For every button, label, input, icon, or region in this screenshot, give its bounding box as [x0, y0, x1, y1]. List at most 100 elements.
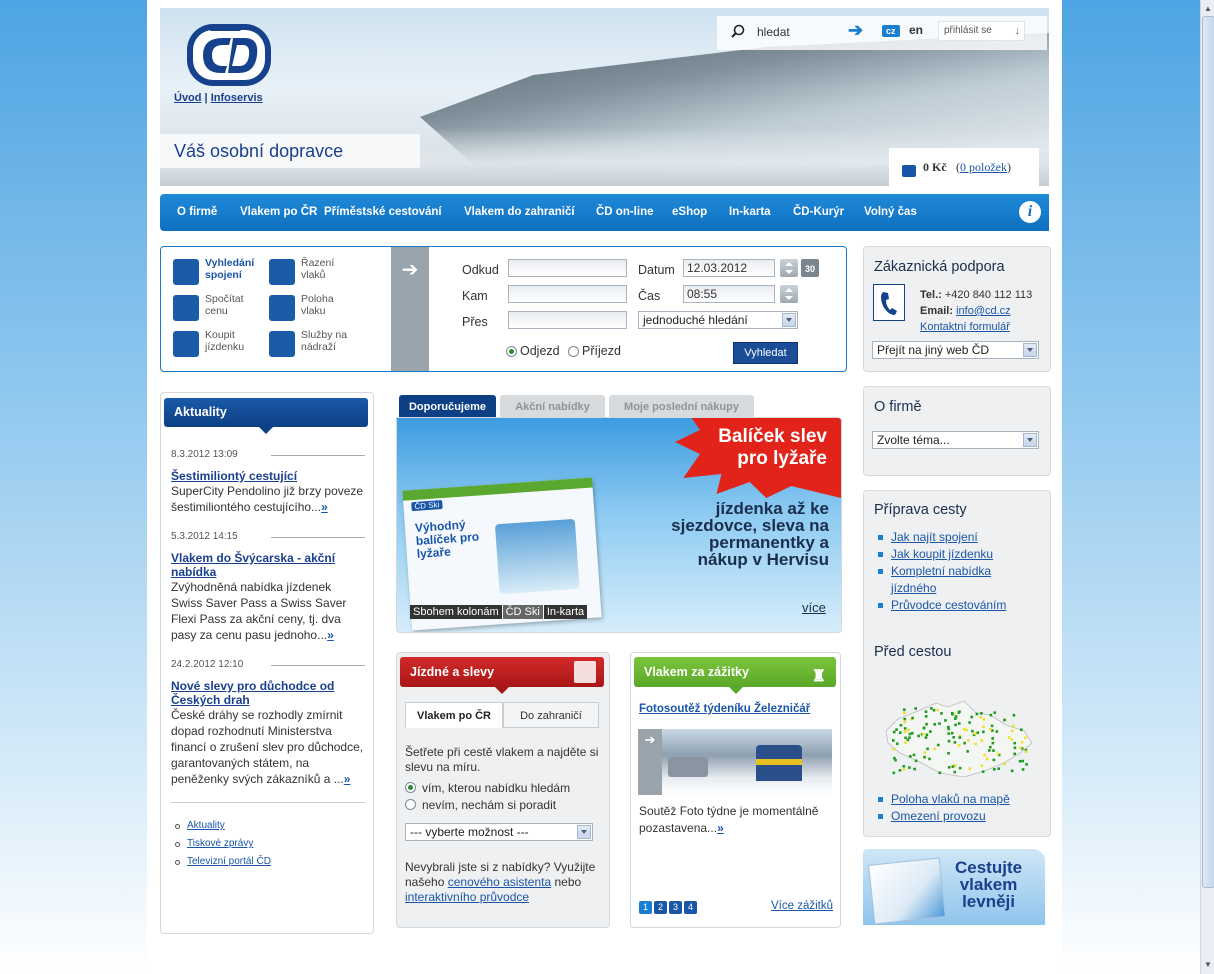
lang-en-button[interactable]: en	[909, 23, 923, 37]
train-dot	[944, 719, 947, 722]
price-assistant-link[interactable]: cenového asistenta	[448, 875, 551, 889]
infoservis-link[interactable]: Infoservis	[211, 92, 263, 104]
photo-contest-link[interactable]: Fotosoutěž týdeníku Železničář	[639, 703, 810, 715]
news-title-link[interactable]: Nové slevy pro důchodce od Českých drah	[171, 679, 365, 707]
priprava-link[interactable]: Průvodce cestováním	[891, 598, 1006, 612]
other-cd-web-select[interactable]: Přejít na jiný web ČD	[872, 341, 1039, 359]
info-icon[interactable]: i	[1019, 201, 1041, 223]
search-submit-arrow-icon[interactable]: ➔	[848, 20, 863, 41]
date-stepper[interactable]	[780, 259, 798, 277]
arrival-label: Příjezd	[582, 344, 621, 358]
nav-cd-online[interactable]: ČD on-line	[596, 194, 654, 231]
train-dot	[912, 753, 916, 757]
nav-in-karta[interactable]: In-karta	[729, 194, 771, 231]
topic-select[interactable]: Zvolte téma...	[872, 431, 1039, 449]
quicklink-sluzby-na-nadrazi[interactable]: Služby na nádraží	[269, 327, 379, 361]
time-stepper[interactable]	[780, 285, 798, 303]
quicklink-poloha-vlaku[interactable]: Poloha vlaku	[269, 291, 379, 325]
promo-more-link[interactable]: více	[802, 600, 826, 615]
nav-volny-cas[interactable]: Volný čas	[864, 194, 917, 231]
home-link[interactable]: Úvod	[174, 92, 202, 104]
search-submit-button[interactable]: Vyhledat	[733, 342, 798, 364]
tab-doporucujeme[interactable]: Doporučujeme	[399, 395, 496, 419]
priprava-link[interactable]: Jak koupit jízdenku	[891, 547, 993, 561]
tag[interactable]: Sbohem kolonám	[410, 605, 502, 619]
search-input[interactable]	[755, 22, 849, 42]
train-dot	[985, 757, 989, 761]
train-dot	[908, 736, 911, 739]
more-experiences-link[interactable]: Více zážitků	[771, 900, 833, 912]
login-button[interactable]: přihlásit se ↓	[938, 21, 1025, 41]
fares-option-advice-radio[interactable]	[405, 799, 416, 810]
from-input[interactable]	[508, 259, 627, 277]
quicklink-koupit-jizdenku[interactable]: Koupit jízdenku	[173, 327, 283, 361]
train-photo[interactable]: ➔	[638, 729, 832, 795]
train-dot	[932, 708, 936, 712]
tag[interactable]: ČD Ski	[502, 605, 543, 619]
news-title-link[interactable]: Šestimiliontý cestující	[171, 469, 365, 483]
page-1-button[interactable]: 1	[639, 901, 652, 914]
press-releases-link[interactable]: Tiskové zprávy	[187, 838, 253, 849]
shopping-cart[interactable]: 0 Kč (0 položek)	[889, 148, 1039, 186]
priprava-link[interactable]: Kompletní nabídka jízdného	[891, 564, 991, 595]
nav-primestske-cestovani[interactable]: Příměstské cestování	[324, 194, 442, 231]
fares-option-known-radio[interactable]	[405, 782, 416, 793]
email-link[interactable]: info@cd.cz	[956, 305, 1011, 317]
search-icon[interactable]	[731, 24, 745, 38]
train-map-link[interactable]: Poloha vlaků na mapě	[891, 792, 1010, 806]
news-more-link[interactable]: »	[344, 772, 351, 786]
nav-vlakem-do-zahranici[interactable]: Vlakem do zahraničí	[464, 194, 575, 231]
quicklink-vyhledani-spojeni[interactable]: Vyhledání spojení	[173, 255, 283, 289]
tv-portal-link[interactable]: Televizní portál ČD	[187, 856, 271, 867]
aktuality-link[interactable]: Aktuality	[187, 820, 225, 831]
promo-text: jízdenka až ke sjezdovce, sleva na perma…	[671, 499, 829, 569]
fares-option-value: --- vyberte možnost ---	[410, 825, 529, 839]
calendar-icon[interactable]: 30	[801, 259, 819, 277]
arrival-radio[interactable]	[568, 346, 579, 357]
nav-cd-kuryr[interactable]: ČD-Kurýr	[793, 194, 844, 231]
ticket-icon	[173, 331, 199, 357]
time-input[interactable]	[683, 285, 775, 303]
vertical-scrollbar[interactable]: ▲ ▼	[1200, 0, 1214, 974]
quicklink-spocitat-cenu[interactable]: Spočítat cenu	[173, 291, 283, 325]
tab-vlakem-po-cr[interactable]: Vlakem po ČR	[405, 702, 503, 728]
tab-do-zahranici[interactable]: Do zahraničí	[503, 702, 599, 728]
train-dot	[913, 767, 916, 771]
scrollbar-thumb[interactable]	[1202, 16, 1214, 888]
date-input[interactable]	[683, 259, 775, 277]
quicklink-razeni-vlaku[interactable]: Řazení vlaků	[269, 255, 379, 289]
traffic-restrictions-link[interactable]: Omezení provozu	[891, 809, 986, 823]
via-input[interactable]	[508, 311, 627, 329]
to-input[interactable]	[508, 285, 627, 303]
scroll-down-icon[interactable]: ▼	[1202, 958, 1214, 972]
cd-logo[interactable]	[185, 18, 273, 90]
experiences-box: Vlakem za zážitky ♜ Fotosoutěž týdeníku …	[630, 652, 841, 928]
page-2-button[interactable]: 2	[654, 901, 667, 914]
czech-map-train-positions[interactable]	[878, 691, 1038, 783]
page-3-button[interactable]: 3	[669, 901, 682, 914]
search-mode-select[interactable]: jednoduché hledání	[638, 311, 798, 329]
tab-akcni-nabidky[interactable]: Akční nabídky	[500, 395, 605, 419]
scroll-up-icon[interactable]: ▲	[1202, 2, 1214, 16]
interactive-guide-link[interactable]: interaktivního průvodce	[405, 890, 529, 904]
page-4-button[interactable]: 4	[684, 901, 697, 914]
cart-items-link[interactable]: 0 položek	[960, 160, 1007, 174]
cheaper-travel-banner[interactable]: Cestujte vlakem levněji	[863, 849, 1045, 925]
departure-radio[interactable]	[506, 346, 517, 357]
promo-banner[interactable]: Balíček slev pro lyžaře ČD Ski Výhodný b…	[396, 417, 842, 633]
nav-vlakem-po-cr[interactable]: Vlakem po ČR	[240, 194, 317, 231]
nav-eshop[interactable]: eShop	[672, 194, 707, 231]
news-more-link[interactable]: »	[321, 500, 328, 514]
contact-form-link[interactable]: Kontaktní formulář	[920, 321, 1010, 333]
news-date: 5.3.2012 14:15	[171, 531, 365, 542]
news-title-link[interactable]: Vlakem do Švýcarska - akční nabídka	[171, 551, 365, 579]
lang-cz-button[interactable]: cz	[882, 25, 900, 37]
experiences-more-link[interactable]: »	[717, 821, 724, 835]
tag[interactable]: In-karta	[543, 605, 588, 619]
nav-o-firme[interactable]: O firmě	[177, 194, 217, 231]
priprava-link[interactable]: Jak najít spojení	[891, 530, 978, 544]
fares-option-select[interactable]: --- vyberte možnost ---	[405, 823, 593, 841]
news-sublinks: Aktuality Tiskové zprávy Televizní portá…	[175, 817, 271, 871]
tab-moje-posledni-nakupy[interactable]: Moje poslední nákupy	[609, 395, 754, 419]
news-more-link[interactable]: »	[327, 628, 334, 642]
